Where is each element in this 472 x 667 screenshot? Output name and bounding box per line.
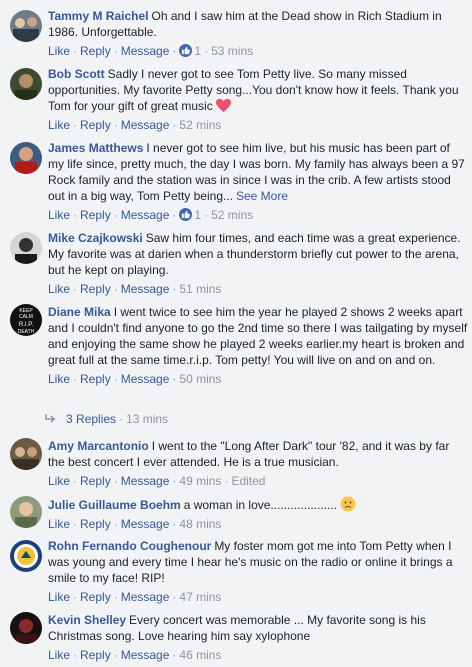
like-link[interactable]: Like bbox=[48, 44, 70, 58]
timestamp[interactable]: 50 mins bbox=[179, 372, 221, 386]
see-more-link[interactable]: See More bbox=[236, 189, 288, 203]
heart-emoji-icon bbox=[215, 98, 231, 113]
reply-link[interactable]: Reply bbox=[80, 208, 111, 222]
timestamp[interactable]: 52 mins bbox=[179, 118, 221, 132]
reply-arrow-icon bbox=[45, 414, 56, 423]
like-link[interactable]: Like bbox=[48, 372, 70, 386]
like-link[interactable]: Like bbox=[48, 208, 70, 222]
reply-link[interactable]: Reply bbox=[80, 372, 111, 386]
like-link[interactable]: Like bbox=[48, 517, 70, 531]
reply-link[interactable]: Reply bbox=[80, 648, 111, 662]
comment-author[interactable]: Bob Scott bbox=[48, 67, 105, 81]
message-link[interactable]: Message bbox=[121, 118, 170, 132]
view-replies-link[interactable]: 3 Replies · 13 mins bbox=[44, 411, 168, 427]
comment-text: Sadly I never got to see Tom Petty live.… bbox=[48, 67, 459, 113]
message-link[interactable]: Message bbox=[121, 648, 170, 662]
reply-link[interactable]: Reply bbox=[80, 590, 111, 604]
timestamp[interactable]: 47 mins bbox=[179, 590, 221, 604]
comment-author[interactable]: Mike Czajkowski bbox=[48, 231, 143, 245]
avatar-rip-text: R.I.P. bbox=[19, 322, 34, 328]
like-link[interactable]: Like bbox=[48, 474, 70, 488]
replies-count[interactable]: 3 Replies bbox=[66, 412, 116, 426]
avatar[interactable] bbox=[10, 540, 42, 572]
timestamp[interactable]: 48 mins bbox=[179, 517, 221, 531]
comment-author[interactable]: Tammy M Raichel bbox=[48, 9, 148, 23]
timestamp[interactable]: 52 mins bbox=[211, 208, 253, 222]
message-link[interactable]: Message bbox=[121, 44, 170, 58]
avatar-death-text: DEATH bbox=[18, 329, 35, 335]
comment-author[interactable]: Amy Marcantonio bbox=[48, 439, 149, 453]
avatar[interactable] bbox=[10, 68, 42, 100]
reply-link[interactable]: Reply bbox=[80, 44, 111, 58]
message-link[interactable]: Message bbox=[121, 474, 170, 488]
like-link[interactable]: Like bbox=[48, 282, 70, 296]
comment-author[interactable]: Rohn Fernando Coughenour bbox=[48, 539, 211, 553]
timestamp[interactable]: 13 mins bbox=[126, 412, 168, 426]
timestamp[interactable]: 53 mins bbox=[211, 44, 253, 58]
reply-link[interactable]: Reply bbox=[80, 118, 111, 132]
timestamp[interactable]: 49 mins bbox=[179, 474, 221, 488]
message-link[interactable]: Message bbox=[121, 517, 170, 531]
comment-author[interactable]: Kevin Shelley bbox=[48, 613, 126, 627]
avatar-calm-text: CALM bbox=[19, 314, 33, 320]
like-link[interactable]: Like bbox=[48, 648, 70, 662]
timestamp[interactable]: 46 mins bbox=[179, 648, 221, 662]
reply-link[interactable]: Reply bbox=[80, 517, 111, 531]
avatar[interactable] bbox=[10, 10, 42, 42]
avatar[interactable] bbox=[10, 232, 42, 264]
slightly-sad-face-icon bbox=[340, 496, 356, 512]
message-link[interactable]: Message bbox=[121, 590, 170, 604]
avatar[interactable] bbox=[10, 142, 42, 174]
thumbs-up-icon[interactable] bbox=[179, 44, 193, 57]
reply-link[interactable]: Reply bbox=[80, 474, 111, 488]
timestamp[interactable]: 51 mins bbox=[179, 282, 221, 296]
message-link[interactable]: Message bbox=[121, 372, 170, 386]
message-link[interactable]: Message bbox=[121, 208, 170, 222]
avatar[interactable] bbox=[10, 496, 42, 528]
thumbs-up-icon[interactable] bbox=[179, 208, 193, 221]
message-link[interactable]: Message bbox=[121, 282, 170, 296]
comment-author[interactable]: James Matthews bbox=[48, 141, 143, 155]
avatar[interactable] bbox=[10, 438, 42, 470]
comment-author[interactable]: Diane Mika bbox=[48, 305, 111, 319]
like-link[interactable]: Like bbox=[48, 590, 70, 604]
comment-author[interactable]: Julie Guillaume Boehm bbox=[48, 498, 181, 512]
edited-label[interactable]: Edited bbox=[231, 474, 265, 488]
avatar[interactable]: KEEP CALM R.I.P. DEATH bbox=[10, 304, 42, 336]
comment-text: a woman in love.................... bbox=[183, 498, 338, 512]
reaction-count[interactable]: 1 bbox=[194, 208, 201, 222]
reaction-count[interactable]: 1 bbox=[194, 44, 201, 58]
like-link[interactable]: Like bbox=[48, 118, 70, 132]
reply-link[interactable]: Reply bbox=[80, 282, 111, 296]
avatar[interactable] bbox=[10, 612, 42, 644]
